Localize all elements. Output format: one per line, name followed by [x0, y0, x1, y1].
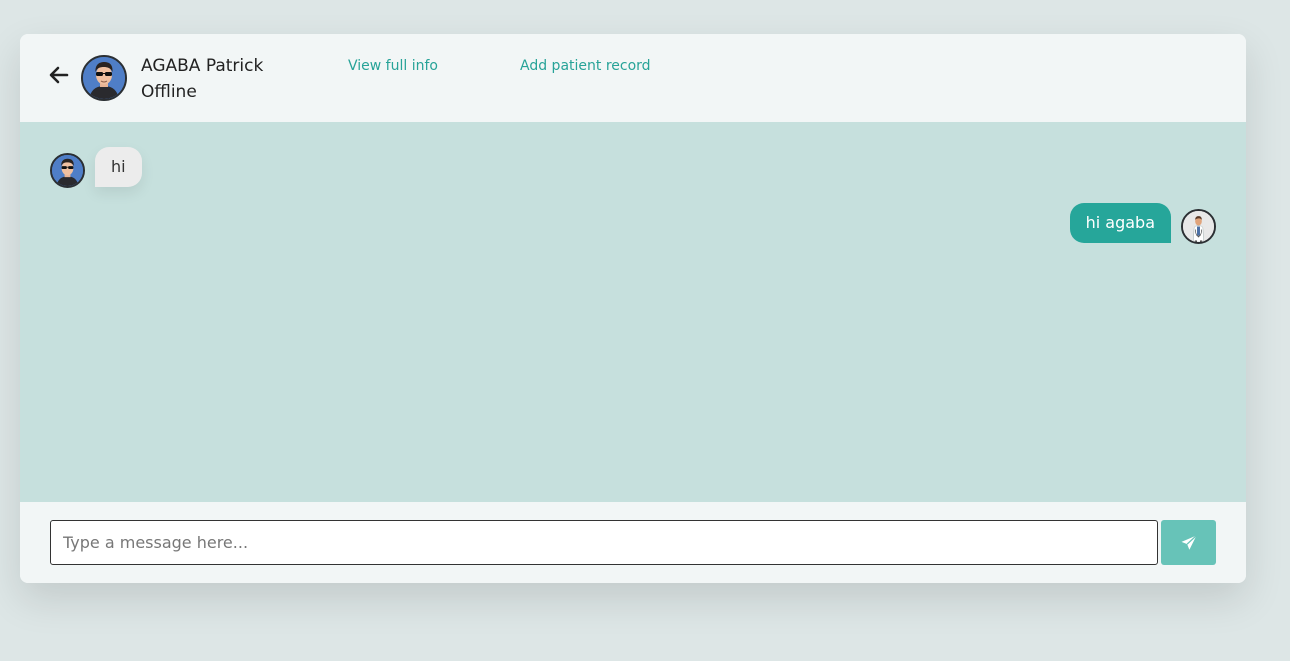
paper-plane-icon — [1181, 534, 1197, 550]
person-avatar-icon — [83, 57, 125, 99]
message-input[interactable] — [50, 520, 1158, 565]
outgoing-message-avatar — [1181, 209, 1216, 244]
incoming-message-avatar — [50, 153, 85, 188]
incoming-message-bubble: hi — [95, 147, 142, 187]
add-patient-record-link[interactable]: Add patient record — [520, 56, 651, 76]
contact-status: Offline — [141, 82, 197, 102]
person-avatar-icon — [52, 155, 83, 186]
send-button[interactable] — [1161, 520, 1216, 565]
message-composer — [20, 502, 1246, 583]
contact-avatar[interactable] — [81, 55, 127, 101]
back-button[interactable] — [48, 64, 70, 86]
doctor-avatar-icon — [1183, 211, 1214, 242]
message-list[interactable]: hi hi agaba — [20, 122, 1246, 502]
chat-window: AGABA Patrick Offline View full info Add… — [20, 34, 1246, 583]
chat-header: AGABA Patrick Offline View full info Add… — [20, 34, 1246, 122]
contact-name: AGABA Patrick — [141, 56, 264, 76]
arrow-left-icon — [49, 66, 69, 84]
outgoing-message-bubble: hi agaba — [1069, 203, 1171, 243]
view-full-info-link[interactable]: View full info — [348, 56, 438, 76]
